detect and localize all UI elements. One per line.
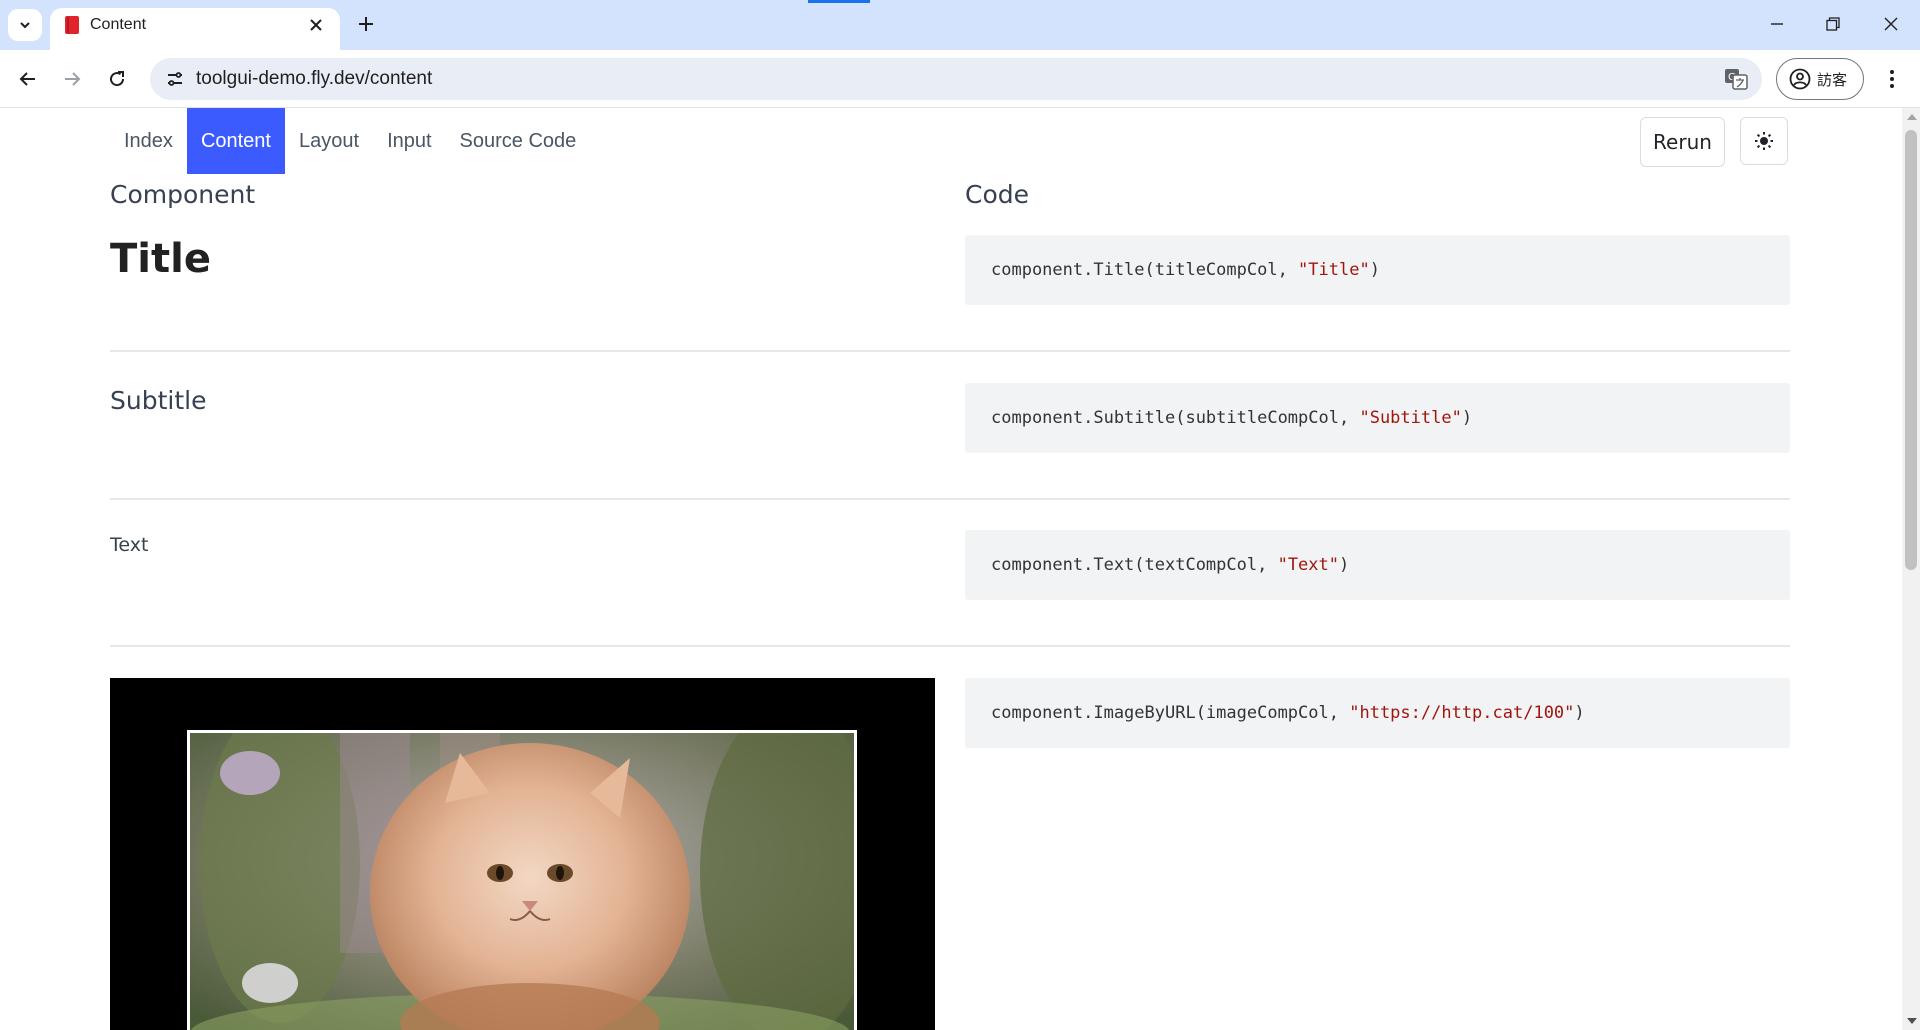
app-navbar: Index Content Layout Input Source Code	[110, 108, 590, 174]
rerun-button[interactable]: Rerun	[1640, 117, 1725, 167]
tab-close-button[interactable]	[304, 13, 328, 37]
browser-tab-active[interactable]: Content	[50, 8, 340, 50]
code-string-literal: "Subtitle"	[1359, 408, 1462, 428]
browser-toolbar: toolgui-demo.fly.dev/content G 訪客	[0, 50, 1920, 108]
nav-item-layout[interactable]: Layout	[285, 108, 373, 174]
address-bar[interactable]: toolgui-demo.fly.dev/content G	[150, 58, 1762, 100]
tab-title: Content	[90, 16, 147, 33]
tune-icon	[168, 72, 182, 86]
sun-icon	[1755, 132, 1773, 150]
code-string-literal: "https://http.cat/100"	[1349, 703, 1575, 723]
arrow-left-icon	[19, 72, 35, 86]
cat-photo	[190, 733, 854, 1030]
tab-search-button[interactable]	[8, 9, 42, 41]
theme-toggle-button[interactable]	[1740, 117, 1788, 165]
component-column-header: Component	[110, 180, 256, 209]
profile-button[interactable]: 訪客	[1776, 58, 1864, 100]
nav-item-content[interactable]: Content	[186, 108, 285, 174]
code-text: )	[1574, 703, 1585, 723]
minimize-icon	[1771, 23, 1783, 25]
cat-image	[187, 730, 857, 1030]
reload-icon	[110, 71, 125, 87]
image-component-demo	[110, 678, 935, 1030]
restore-button[interactable]	[1813, 10, 1853, 38]
translate-icon[interactable]: G	[1724, 67, 1748, 91]
reload-button[interactable]	[101, 63, 133, 95]
plus-icon	[359, 17, 373, 31]
chevron-down-icon	[20, 22, 30, 29]
browser-menu-button[interactable]	[1880, 63, 1904, 95]
code-text: component.Text(textCompCol,	[991, 555, 1278, 575]
nav-item-input[interactable]: Input	[373, 108, 445, 174]
code-text: component.ImageByURL(imageCompCol,	[991, 703, 1350, 723]
code-string-literal: "Title"	[1298, 260, 1370, 280]
new-tab-button[interactable]	[352, 10, 380, 38]
code-string-literal: "Text"	[1277, 555, 1339, 575]
arrow-right-icon	[65, 72, 81, 86]
code-text: )	[1461, 408, 1473, 428]
code-text: component.Subtitle(subtitleCompCol,	[991, 408, 1360, 428]
account-circle-icon	[1789, 68, 1811, 90]
site-info-button[interactable]	[160, 64, 190, 94]
url-text[interactable]: toolgui-demo.fly.dev/content	[196, 69, 432, 89]
title-code-block: component.Title(titleCompCol, "Title")	[965, 235, 1790, 305]
text-component-demo: Text	[110, 534, 149, 556]
text-code-block: component.Text(textCompCol, "Text")	[965, 530, 1790, 600]
page-content: Index Content Layout Input Source Code R…	[0, 108, 1902, 1030]
tab-loading-indicator	[808, 0, 870, 3]
back-button[interactable]	[12, 63, 44, 95]
book-favicon-icon	[65, 16, 79, 34]
code-text: component.Title(titleCompCol,	[991, 260, 1299, 280]
code-column-header: Code	[965, 180, 1030, 209]
forward-button[interactable]	[56, 63, 88, 95]
scrollbar-thumb[interactable]	[1905, 130, 1917, 570]
minimize-button[interactable]	[1757, 10, 1797, 38]
row-divider	[110, 645, 1790, 647]
image-code-block: component.ImageByURL(imageCompCol, "http…	[965, 678, 1790, 748]
profile-label: 訪客	[1817, 71, 1848, 89]
close-icon	[310, 19, 322, 31]
code-text: )	[1339, 555, 1350, 575]
scroll-up-arrow-icon[interactable]	[1907, 114, 1917, 120]
close-icon	[1884, 17, 1898, 31]
nav-item-index[interactable]: Index	[110, 108, 187, 174]
page-scrollbar[interactable]	[1902, 108, 1920, 1030]
title-component-demo: Title	[110, 236, 211, 282]
subtitle-code-block: component.Subtitle(subtitleCompCol, "Sub…	[965, 383, 1790, 453]
close-window-button[interactable]	[1871, 10, 1911, 38]
nav-item-source-code[interactable]: Source Code	[446, 108, 591, 174]
restore-icon	[1826, 17, 1840, 31]
code-text: )	[1369, 260, 1380, 280]
more-vert-icon	[1890, 70, 1894, 88]
row-divider	[110, 350, 1790, 352]
scroll-down-arrow-icon[interactable]	[1907, 1018, 1917, 1024]
browser-tab-bar: Content	[0, 0, 1920, 50]
subtitle-component-demo: Subtitle	[110, 386, 207, 415]
row-divider	[110, 498, 1790, 500]
